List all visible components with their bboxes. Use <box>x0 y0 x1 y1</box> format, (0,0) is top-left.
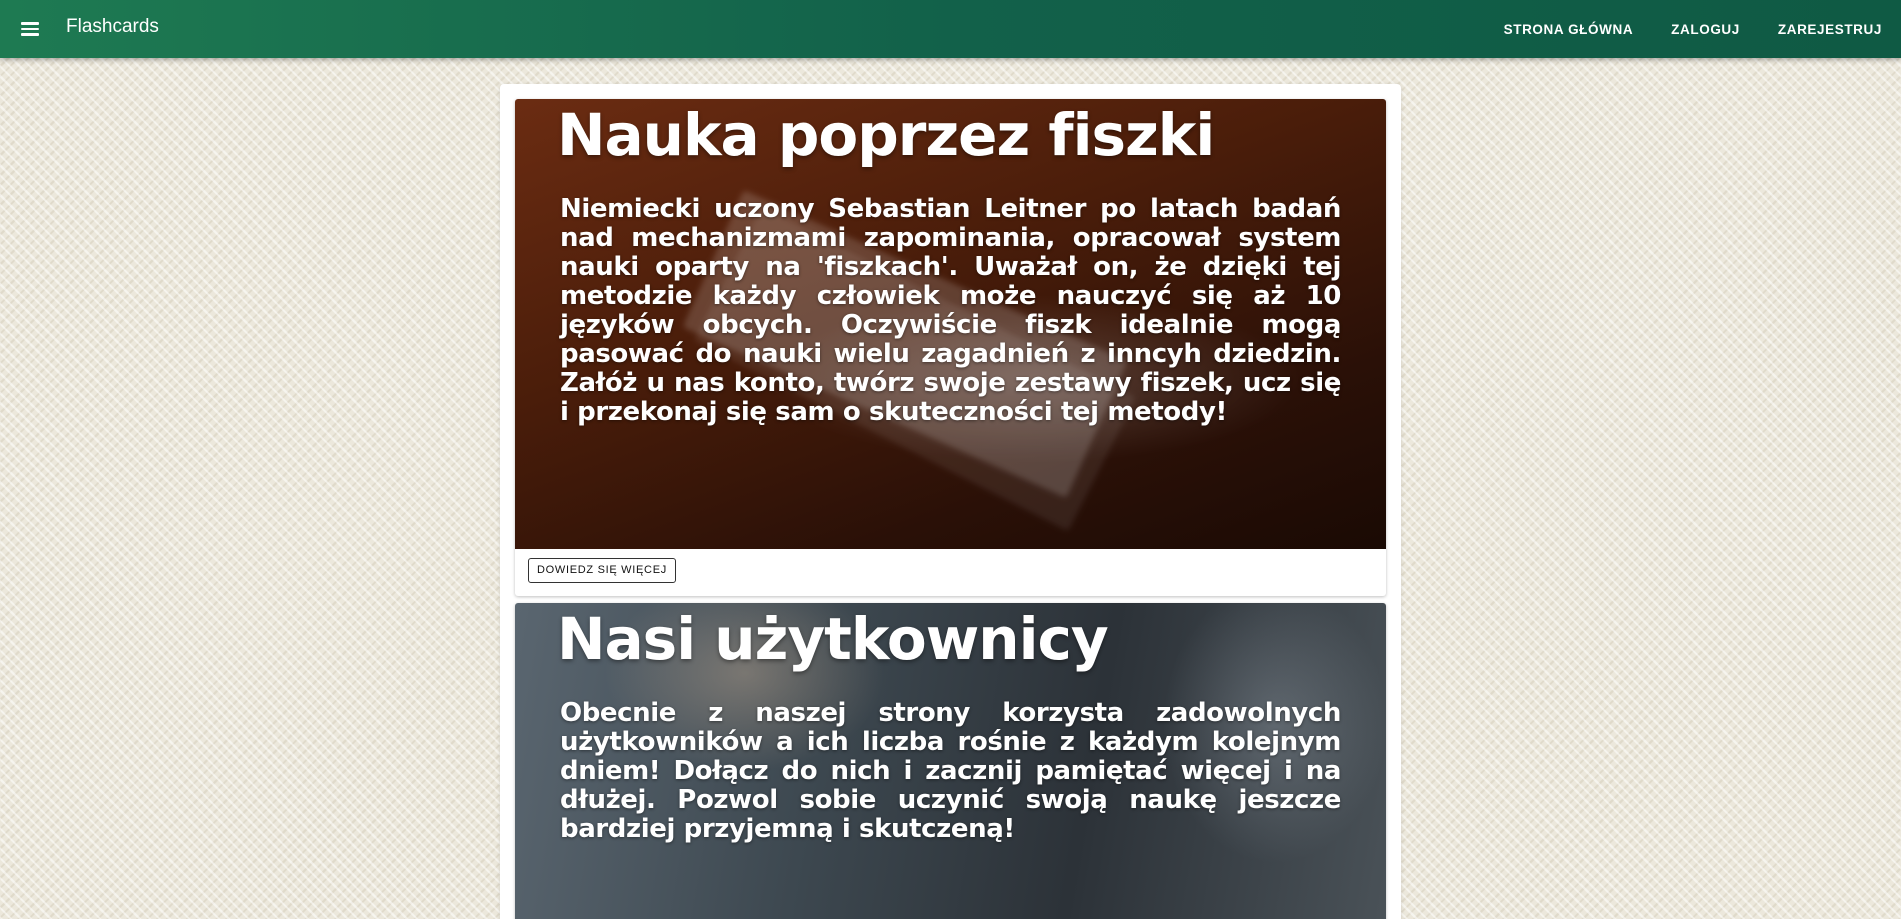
card-text: Niemiecki uczony Sebastian Leitner po la… <box>560 194 1341 427</box>
card-actions: DOWIEDZ SIĘ WIĘCEJ <box>515 549 1386 596</box>
app-title[interactable]: Flashcards <box>66 16 159 38</box>
nav-home-link[interactable]: STRONA GŁÓWNA <box>1485 22 1653 37</box>
nav-register-link[interactable]: ZAREJESTRUJ <box>1759 22 1901 37</box>
app-bar: Flashcards STRONA GŁÓWNA ZALOGUJ ZAREJES… <box>0 0 1901 58</box>
top-nav: STRONA GŁÓWNA ZALOGUJ ZAREJESTRUJ <box>1485 0 1901 58</box>
hamburger-menu-icon[interactable] <box>18 17 42 41</box>
learn-more-button[interactable]: DOWIEDZ SIĘ WIĘCEJ <box>528 558 676 583</box>
info-card-users: Nasi użytkownicy Obecnie z naszej strony… <box>515 603 1386 919</box>
nav-login-link[interactable]: ZALOGUJ <box>1652 22 1759 37</box>
info-card-flashcards: Nauka poprzez fiszki Niemiecki uczony Se… <box>515 99 1386 596</box>
card-text: Obecnie z naszej strony korzysta zadowol… <box>560 698 1341 844</box>
card-title: Nasi użytkownicy <box>557 605 1109 673</box>
card-media-flashcards: Nauka poprzez fiszki Niemiecki uczony Se… <box>515 99 1386 549</box>
card-title: Nauka poprzez fiszki <box>557 101 1215 169</box>
card-media-users: Nasi użytkownicy Obecnie z naszej strony… <box>515 603 1386 919</box>
